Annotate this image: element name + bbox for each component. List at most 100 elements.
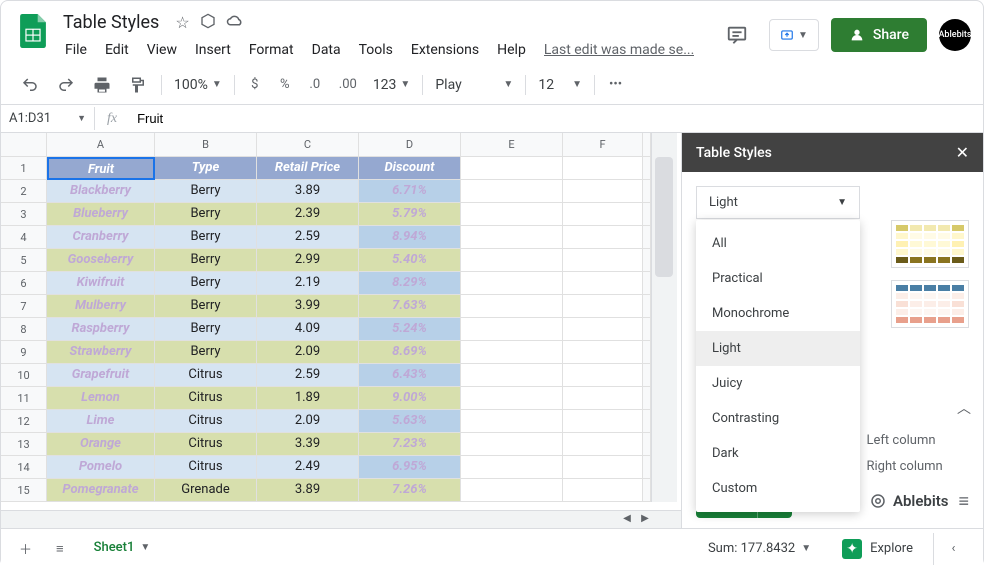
last-edit-link[interactable]: Last edit was made se... xyxy=(544,42,694,58)
cell[interactable] xyxy=(563,180,643,203)
cell[interactable]: Lemon xyxy=(47,387,155,410)
cell[interactable]: 2.49 xyxy=(257,456,359,479)
cell[interactable]: Citrus xyxy=(155,456,257,479)
cell[interactable]: 8.29% xyxy=(359,272,461,295)
cell[interactable] xyxy=(563,295,643,318)
cell[interactable]: 7.63% xyxy=(359,295,461,318)
cell[interactable]: 3.99 xyxy=(257,295,359,318)
cell[interactable]: 6.95% xyxy=(359,456,461,479)
share-button[interactable]: Share xyxy=(831,18,927,52)
move-icon[interactable] xyxy=(200,13,216,33)
cell[interactable] xyxy=(563,341,643,364)
cell[interactable]: Mulberry xyxy=(47,295,155,318)
cell[interactable]: Cranberry xyxy=(47,226,155,249)
cell[interactable]: 3.89 xyxy=(257,479,359,502)
row-header[interactable]: 2 xyxy=(1,180,47,203)
cell[interactable]: Lime xyxy=(47,410,155,433)
style-thumb[interactable] xyxy=(891,220,969,268)
paint-format-icon[interactable] xyxy=(121,71,155,99)
check-left-column[interactable]: ✓Left column xyxy=(843,432,970,448)
cell[interactable] xyxy=(563,456,643,479)
close-icon[interactable]: ✕ xyxy=(956,143,969,162)
cell[interactable]: 1.89 xyxy=(257,387,359,410)
cell[interactable]: 3.39 xyxy=(257,433,359,456)
category-option[interactable]: Light xyxy=(696,331,860,366)
style-thumb[interactable] xyxy=(891,280,969,328)
corner-cell[interactable] xyxy=(1,133,47,157)
cell[interactable]: Orange xyxy=(47,433,155,456)
cell[interactable]: 5.24% xyxy=(359,318,461,341)
cell[interactable]: 8.69% xyxy=(359,341,461,364)
cell[interactable] xyxy=(461,479,563,502)
col-header[interactable]: E xyxy=(461,133,563,157)
horizontal-scrollbar[interactable]: ◀ ▶ xyxy=(1,510,681,528)
cell[interactable]: Berry xyxy=(155,226,257,249)
scroll-right-icon[interactable]: ▶ xyxy=(637,513,653,527)
cell[interactable] xyxy=(563,249,643,272)
cell[interactable]: Blackberry xyxy=(47,180,155,203)
collapse-sidebar-icon[interactable]: ‹ xyxy=(933,533,973,565)
cell[interactable]: Kiwifruit xyxy=(47,272,155,295)
doc-title[interactable]: Table Styles xyxy=(57,11,165,34)
cell[interactable] xyxy=(461,295,563,318)
cell[interactable]: 2.19 xyxy=(257,272,359,295)
category-option[interactable]: Custom xyxy=(696,471,860,506)
menu-view[interactable]: View xyxy=(139,38,185,62)
cell[interactable]: 2.59 xyxy=(257,226,359,249)
row-header[interactable]: 3 xyxy=(1,203,47,226)
menu-insert[interactable]: Insert xyxy=(187,38,239,62)
category-select[interactable]: Light▼ xyxy=(696,186,860,219)
menu-extensions[interactable]: Extensions xyxy=(403,38,487,62)
present-button[interactable]: ▼ xyxy=(769,19,819,51)
cell[interactable] xyxy=(461,410,563,433)
cell[interactable]: Grapefruit xyxy=(47,364,155,387)
cell[interactable]: 6.71% xyxy=(359,180,461,203)
row-header[interactable]: 9 xyxy=(1,341,47,364)
print-icon[interactable] xyxy=(85,71,119,99)
cell[interactable] xyxy=(461,318,563,341)
cell[interactable] xyxy=(461,157,563,180)
cell[interactable]: Berry xyxy=(155,295,257,318)
row-header[interactable]: 15 xyxy=(1,479,47,502)
cell[interactable] xyxy=(563,272,643,295)
category-option[interactable]: Contrasting xyxy=(696,401,860,436)
font-size-combo[interactable]: 12▼ xyxy=(532,73,588,97)
explore-button[interactable]: ✦Explore xyxy=(830,533,925,565)
cell[interactable] xyxy=(563,157,643,180)
zoom-combo[interactable]: 100%▼ xyxy=(168,73,228,97)
cell[interactable]: 5.79% xyxy=(359,203,461,226)
row-header[interactable]: 5 xyxy=(1,249,47,272)
cell[interactable] xyxy=(461,341,563,364)
row-header[interactable]: 13 xyxy=(1,433,47,456)
scroll-left-icon[interactable]: ◀ xyxy=(619,513,635,527)
cell[interactable]: 2.39 xyxy=(257,203,359,226)
col-header[interactable]: D xyxy=(359,133,461,157)
menu-tools[interactable]: Tools xyxy=(351,38,401,62)
menu-edit[interactable]: Edit xyxy=(97,38,137,62)
cell[interactable] xyxy=(461,203,563,226)
font-combo[interactable]: Play▼ xyxy=(429,73,519,97)
increase-decimal-icon[interactable]: .00 xyxy=(331,71,365,99)
menu-file[interactable]: File xyxy=(57,38,95,62)
cell[interactable]: Berry xyxy=(155,318,257,341)
format-combo[interactable]: 123▼ xyxy=(367,73,417,97)
ablebits-brand[interactable]: Ablebits ≡ xyxy=(869,491,969,512)
cloud-icon[interactable] xyxy=(226,13,244,32)
row-header[interactable]: 12 xyxy=(1,410,47,433)
cell[interactable]: 7.23% xyxy=(359,433,461,456)
cell[interactable]: Strawberry xyxy=(47,341,155,364)
cell[interactable] xyxy=(461,180,563,203)
cell[interactable]: 4.09 xyxy=(257,318,359,341)
category-option[interactable]: Monochrome xyxy=(696,296,860,331)
cell[interactable] xyxy=(461,226,563,249)
cell[interactable]: Pomegranate xyxy=(47,479,155,502)
row-header[interactable]: 1 xyxy=(1,157,47,180)
cell[interactable]: 2.59 xyxy=(257,364,359,387)
cell[interactable]: Raspberry xyxy=(47,318,155,341)
cell[interactable]: Berry xyxy=(155,341,257,364)
category-option[interactable]: Dark xyxy=(696,436,860,471)
menu-data[interactable]: Data xyxy=(304,38,349,62)
decrease-decimal-icon[interactable]: .0 xyxy=(301,71,329,99)
cell[interactable] xyxy=(563,433,643,456)
menu-format[interactable]: Format xyxy=(241,38,302,62)
